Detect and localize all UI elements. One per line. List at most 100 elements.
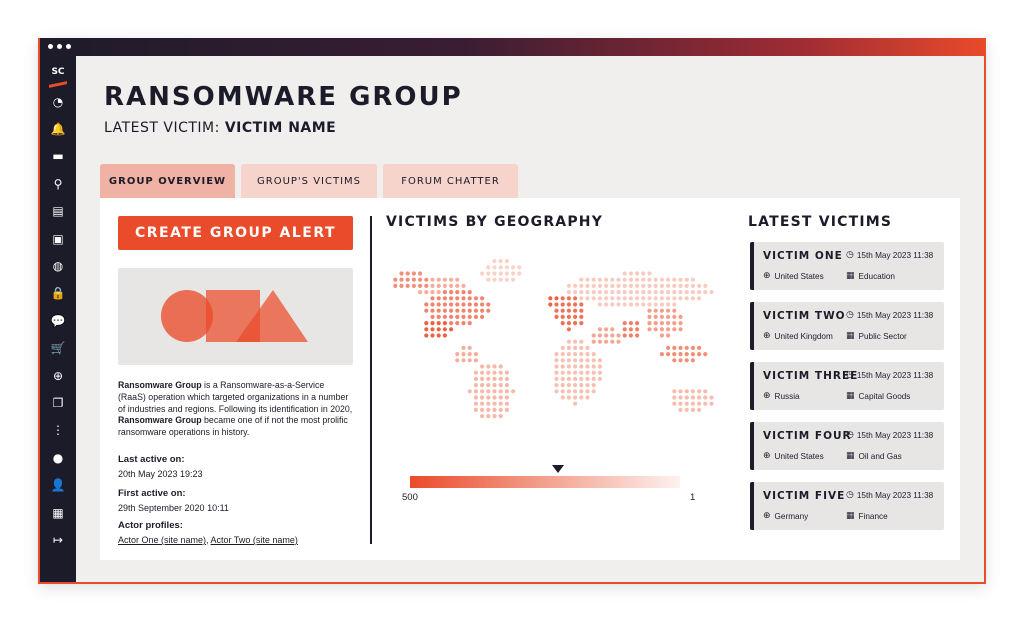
map-dot (442, 302, 447, 307)
window-dot-2[interactable] (57, 44, 62, 49)
map-dot (585, 389, 590, 394)
folder-icon[interactable]: ▬ (40, 143, 76, 170)
map-dot (585, 283, 590, 288)
actor-two-link[interactable]: Actor Two (site name) (211, 535, 298, 545)
map-dot (628, 302, 633, 307)
map-dot (666, 314, 671, 319)
tab-forum-chatter[interactable]: FORUM CHATTER (383, 164, 518, 198)
world-dot-map[interactable] (386, 258, 726, 448)
documents-icon[interactable]: ❐ (40, 389, 76, 416)
book-icon[interactable]: ▤ (40, 198, 76, 225)
map-dot (430, 308, 435, 313)
crosshair-icon[interactable]: ⊕ (40, 362, 76, 389)
window-dot-1[interactable] (48, 44, 53, 49)
map-dot (579, 290, 584, 295)
map-dot (678, 290, 683, 295)
globe-icon: ⊕ (763, 391, 771, 401)
window-dot-3[interactable] (66, 44, 71, 49)
map-dot (697, 389, 702, 394)
map-dot (467, 389, 472, 394)
map-dot (659, 277, 664, 282)
chat-icon[interactable]: 💬 (40, 307, 76, 334)
map-dot (498, 259, 503, 264)
dashboard-icon[interactable]: ◔ (40, 88, 76, 115)
victim-card[interactable]: VICTIM TWO ◷ 15th May 2023 11:38 ⊕ United … (750, 302, 944, 350)
actor-one-link[interactable]: Actor One (site name) (118, 535, 206, 545)
building-icon: ▦ (846, 331, 855, 341)
cart-icon[interactable]: 🛒 (40, 335, 76, 362)
map-dot (579, 383, 584, 388)
map-dot (486, 364, 491, 369)
map-dot (504, 259, 509, 264)
map-dot (467, 290, 472, 295)
tab-group-overview[interactable]: GROUP OVERVIEW (100, 164, 235, 198)
map-dot (573, 345, 578, 350)
onion-icon[interactable]: ◍ (40, 252, 76, 279)
victim-card[interactable]: VICTIM FIVE ◷ 15th May 2023 11:38 ⊕ German… (750, 482, 944, 530)
map-dot (461, 308, 466, 313)
search-icon[interactable]: ⚲ (40, 170, 76, 197)
logout-icon[interactable]: ↦ (40, 526, 76, 553)
map-dot (703, 401, 708, 406)
map-dot (486, 308, 491, 313)
speech-bubble-icon[interactable]: ● (40, 444, 76, 471)
victim-card[interactable]: VICTIM THREE ◷ 15th May 2023 11:38 ⊕ Russi… (750, 362, 944, 410)
map-dot (492, 271, 497, 276)
victim-country: ⊕ United States (763, 452, 824, 462)
map-dot (678, 277, 683, 282)
map-dot (635, 277, 640, 282)
map-dot (684, 345, 689, 350)
map-dot (678, 407, 683, 412)
map-dot (678, 401, 683, 406)
map-dot (653, 321, 658, 326)
map-dot (461, 283, 466, 288)
map-dot (449, 277, 454, 282)
map-dot (573, 296, 578, 301)
map-dot (622, 277, 627, 282)
map-dot (659, 302, 664, 307)
create-group-alert-button[interactable]: CREATE GROUP ALERT (118, 216, 353, 250)
map-dot (560, 308, 565, 313)
brand-logo[interactable]: SC (47, 66, 69, 88)
map-dot (628, 296, 633, 301)
window-controls[interactable] (48, 44, 71, 49)
map-dot (635, 302, 640, 307)
lock-icon[interactable]: 🔒 (40, 280, 76, 307)
map-dot (597, 327, 602, 332)
monitor-icon[interactable]: ▣ (40, 225, 76, 252)
victim-country: ⊕ United Kingdom (763, 332, 833, 342)
user-icon[interactable]: 👤 (40, 471, 76, 498)
victim-time: ◷ 15th May 2023 11:38 (846, 311, 933, 321)
building-icon[interactable]: ▦ (40, 499, 76, 526)
map-dot (498, 401, 503, 406)
map-dot (641, 277, 646, 282)
last-active-value: 20th May 2023 19:23 (118, 469, 203, 479)
map-dot (449, 302, 454, 307)
map-dot (504, 277, 509, 282)
map-dot (610, 333, 615, 338)
map-dot (449, 290, 454, 295)
victim-country: ⊕ United States (763, 272, 824, 282)
map-dot (616, 296, 621, 301)
map-dot (461, 296, 466, 301)
map-dot (449, 283, 454, 288)
traffic-light-icon[interactable]: ⋮ (40, 417, 76, 444)
map-dot (560, 345, 565, 350)
map-dot (399, 271, 404, 276)
victim-sector: ▦ Education (846, 272, 895, 282)
map-dot (672, 401, 677, 406)
map-dot (610, 290, 615, 295)
map-dot (449, 321, 454, 326)
map-dot (436, 314, 441, 319)
map-dot (573, 376, 578, 381)
victim-country: ⊕ Russia (763, 391, 800, 402)
map-dot (628, 271, 633, 276)
map-dot (554, 308, 559, 313)
victim-card[interactable]: VICTIM FOUR ◷ 15th May 2023 11:38 ⊕ United… (750, 422, 944, 470)
victim-card[interactable]: VICTIM ONE ◷ 15th May 2023 11:38 ⊕ United … (750, 242, 944, 290)
tab-groups-victims[interactable]: GROUP'S VICTIMS (241, 164, 377, 198)
map-dot (430, 321, 435, 326)
map-dot (684, 277, 689, 282)
bell-icon[interactable]: 🔔 (40, 115, 76, 142)
map-dot (461, 302, 466, 307)
